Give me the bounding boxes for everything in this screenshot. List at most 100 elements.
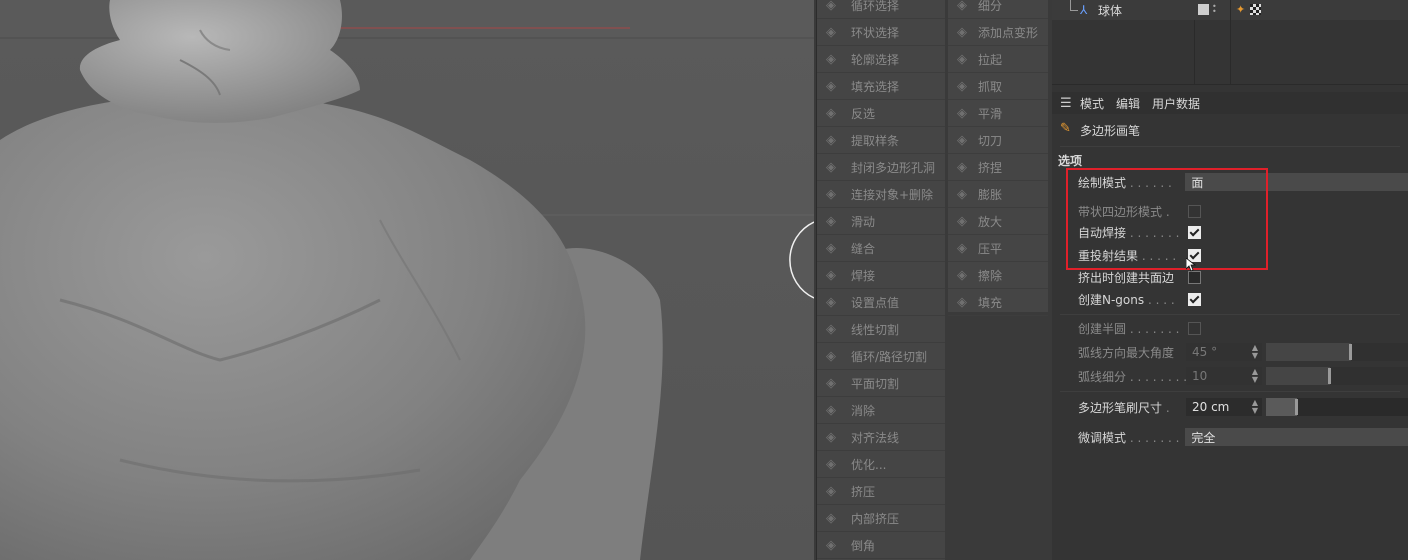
arc-max-angle-input[interactable]: 45 ° ▲ ▼ bbox=[1186, 343, 1262, 361]
menu-item-label: 挤捏 bbox=[978, 160, 1003, 175]
tab-user-data[interactable]: 用户数据 bbox=[1152, 95, 1200, 112]
menu-item-smooth[interactable]: ◈ 平滑 bbox=[948, 100, 1048, 127]
tweak-mode-label: 微调模式 bbox=[1078, 430, 1127, 445]
brush-size-label: 多边形笔刷尺寸 bbox=[1078, 400, 1163, 415]
tab-edit[interactable]: 编辑 bbox=[1116, 95, 1140, 112]
menu-item-grab[interactable]: ◈ 抓取 bbox=[948, 73, 1048, 100]
mouse-cursor-icon bbox=[1186, 258, 1196, 272]
menu-hamburger-icon[interactable]: ☰ bbox=[1060, 96, 1072, 111]
tab-mode[interactable]: 模式 bbox=[1080, 95, 1104, 112]
inflate-icon: ◈ bbox=[957, 186, 967, 202]
menu-item-inflate[interactable]: ◈ 膨胀 bbox=[948, 181, 1048, 208]
slider-knob[interactable] bbox=[1349, 344, 1353, 360]
menu-item-erase[interactable]: ◈ 擦除 bbox=[948, 262, 1048, 289]
menu-item-line-cut[interactable]: ◈ 线性切割 bbox=[817, 316, 945, 343]
menu-item-optimize[interactable]: ◈ 优化... bbox=[817, 451, 945, 478]
material-tag-icon[interactable] bbox=[1250, 4, 1261, 15]
menu-item-label: 缝合 bbox=[851, 241, 876, 256]
tweak-mode-dropdown[interactable]: 完全 bbox=[1185, 428, 1408, 446]
inner-extrude-icon: ◈ bbox=[826, 510, 836, 526]
menu-item-label: 线性切割 bbox=[851, 322, 900, 337]
erase-icon: ◈ bbox=[957, 267, 967, 283]
extrude-shared-checkbox[interactable] bbox=[1188, 270, 1201, 284]
menu-item-weld[interactable]: ◈ 焊接 bbox=[817, 262, 945, 289]
menu-item-outline-select[interactable]: ◈ 轮廓选择 bbox=[817, 46, 945, 73]
arc-max-angle-label: 弧线方向最大角度 bbox=[1078, 345, 1175, 360]
menu-item-slide[interactable]: ◈ 滑动 bbox=[817, 208, 945, 235]
menu-item-subdivide[interactable]: ◈ 细分 bbox=[948, 0, 1048, 19]
menu-item-knife[interactable]: ◈ 切刀 bbox=[948, 127, 1048, 154]
menu-item-plane-cut[interactable]: ◈ 平面切割 bbox=[817, 370, 945, 397]
arc-subdiv-input[interactable]: 10 ▲ ▼ bbox=[1186, 367, 1262, 385]
menu-item-align-normals[interactable]: ◈ 对齐法线 bbox=[817, 424, 945, 451]
fill-brush-icon: ◈ bbox=[957, 294, 967, 310]
menu-item-label: 压平 bbox=[978, 241, 1003, 256]
knife-icon: ◈ bbox=[957, 132, 967, 148]
phong-tag-icon[interactable]: ✦ bbox=[1236, 4, 1247, 15]
menu-item-pinch[interactable]: ◈ 挤捏 bbox=[948, 154, 1048, 181]
magnify-icon: ◈ bbox=[957, 213, 967, 229]
menu-item-stitch[interactable]: ◈ 缝合 bbox=[817, 235, 945, 262]
dissolve-icon: ◈ bbox=[826, 402, 836, 418]
layer-toggle-icon[interactable] bbox=[1198, 4, 1209, 15]
menu-item-extract-strip[interactable]: ◈ 提取样条 bbox=[817, 127, 945, 154]
menu-item-label: 平滑 bbox=[978, 106, 1003, 121]
loop-path-cut-icon: ◈ bbox=[826, 348, 836, 364]
slide-icon: ◈ bbox=[826, 213, 836, 229]
menu-item-set-point-value[interactable]: ◈ 设置点值 bbox=[817, 289, 945, 316]
annotation-highlight-box bbox=[1066, 168, 1268, 270]
menu-item-add-point[interactable]: ◈ 添加点变形 bbox=[948, 19, 1048, 46]
arc-max-angle-slider[interactable] bbox=[1266, 343, 1408, 361]
sphere-object-icon: ⅄ bbox=[1080, 3, 1088, 17]
menu-item-close-hole[interactable]: ◈ 封闭多边形孔洞 bbox=[817, 154, 945, 181]
visibility-dots-icon[interactable]: • • bbox=[1212, 3, 1218, 16]
arc-max-angle-row: 弧线方向最大角度 45 ° ▲ ▼ bbox=[1078, 342, 1408, 362]
sculpt-tools-menu: ◈ 细分 ◈ 添加点变形 ◈ 拉起 ◈ 抓取 ◈ 平滑 ◈ 切刀 ◈ 挤捏 ◈ 膨胀 ◈ 放大 ◈ 压平 ◈ 擦除 ◈ 填充 bbox=[948, 0, 1048, 316]
menu-item-loop-path-cut[interactable]: ◈ 循环/路径切割 bbox=[817, 343, 945, 370]
menu-item-dissolve[interactable]: ◈ 消除 bbox=[817, 397, 945, 424]
arc-subdiv-value: 10 bbox=[1192, 369, 1208, 383]
menu-item-bevel[interactable]: ◈ 倒角 bbox=[817, 532, 945, 559]
menu-item-loop-select[interactable]: ◈ 循环选择 bbox=[817, 0, 945, 19]
menu-item-label: 添加点变形 bbox=[978, 25, 1039, 40]
menu-item-ring-select[interactable]: ◈ 环状选择 bbox=[817, 19, 945, 46]
menu-item-inner-extrude[interactable]: ◈ 内部挤压 bbox=[817, 505, 945, 532]
line-cut-icon: ◈ bbox=[826, 321, 836, 337]
brush-size-input[interactable]: 20 cm ▲ ▼ bbox=[1186, 398, 1262, 416]
create-ngons-label: 创建N-gons bbox=[1078, 292, 1145, 307]
arc-subdiv-dots: . . . . . . . . bbox=[1126, 369, 1186, 384]
menu-item-pull[interactable]: ◈ 拉起 bbox=[948, 46, 1048, 73]
menu-item-label: 焊接 bbox=[851, 268, 876, 283]
slider-knob[interactable] bbox=[1327, 368, 1331, 384]
arc-max-angle-spinner-icon[interactable]: ▲ ▼ bbox=[1252, 344, 1258, 360]
arc-subdiv-spinner-icon[interactable]: ▲ ▼ bbox=[1252, 368, 1258, 384]
extrude-shared-label: 挤出时创建共面边 bbox=[1078, 270, 1175, 285]
menu-item-fill-brush[interactable]: ◈ 填充 bbox=[948, 289, 1048, 316]
create-semicircle-checkbox[interactable] bbox=[1188, 321, 1201, 335]
fill-select-icon: ◈ bbox=[826, 78, 836, 94]
brush-size-spinner-icon[interactable]: ▲ ▼ bbox=[1252, 399, 1258, 415]
menu-item-flatten[interactable]: ◈ 压平 bbox=[948, 235, 1048, 262]
brush-size-slider[interactable] bbox=[1266, 398, 1408, 416]
align-normals-icon: ◈ bbox=[826, 429, 836, 445]
create-ngons-checkbox[interactable] bbox=[1188, 292, 1201, 306]
pull-icon: ◈ bbox=[957, 51, 967, 67]
menu-item-fill-select[interactable]: ◈ 填充选择 bbox=[817, 73, 945, 100]
slider-knob[interactable] bbox=[1295, 399, 1299, 415]
flatten-icon: ◈ bbox=[957, 240, 967, 256]
brush-size-row: 多边形笔刷尺寸 . 20 cm ▲ ▼ bbox=[1078, 397, 1408, 417]
arc-subdiv-slider[interactable] bbox=[1266, 367, 1408, 385]
smooth-icon: ◈ bbox=[957, 105, 967, 121]
menu-item-connect-delete[interactable]: ◈ 连接对象+删除 bbox=[817, 181, 945, 208]
menu-item-invert-select[interactable]: ◈ 反选 bbox=[817, 100, 945, 127]
menu-item-label: 放大 bbox=[978, 214, 1003, 229]
section-options: 选项 bbox=[1058, 154, 1083, 168]
right-panel: ⅄ 球体 • • ✦ ☰ 模式 编辑 用户数据 ✎ 多边形画笔 选项 绘制模式 .… bbox=[1052, 0, 1408, 560]
brush-size-dots: . bbox=[1162, 400, 1170, 415]
grab-icon: ◈ bbox=[957, 78, 967, 94]
3d-viewport[interactable] bbox=[0, 0, 814, 560]
create-semicircle-row: 创建半圆 . . . . . . . bbox=[1078, 318, 1408, 338]
bevel-icon: ◈ bbox=[826, 537, 836, 553]
menu-item-extrude[interactable]: ◈ 挤压 bbox=[817, 478, 945, 505]
menu-item-magnify[interactable]: ◈ 放大 bbox=[948, 208, 1048, 235]
